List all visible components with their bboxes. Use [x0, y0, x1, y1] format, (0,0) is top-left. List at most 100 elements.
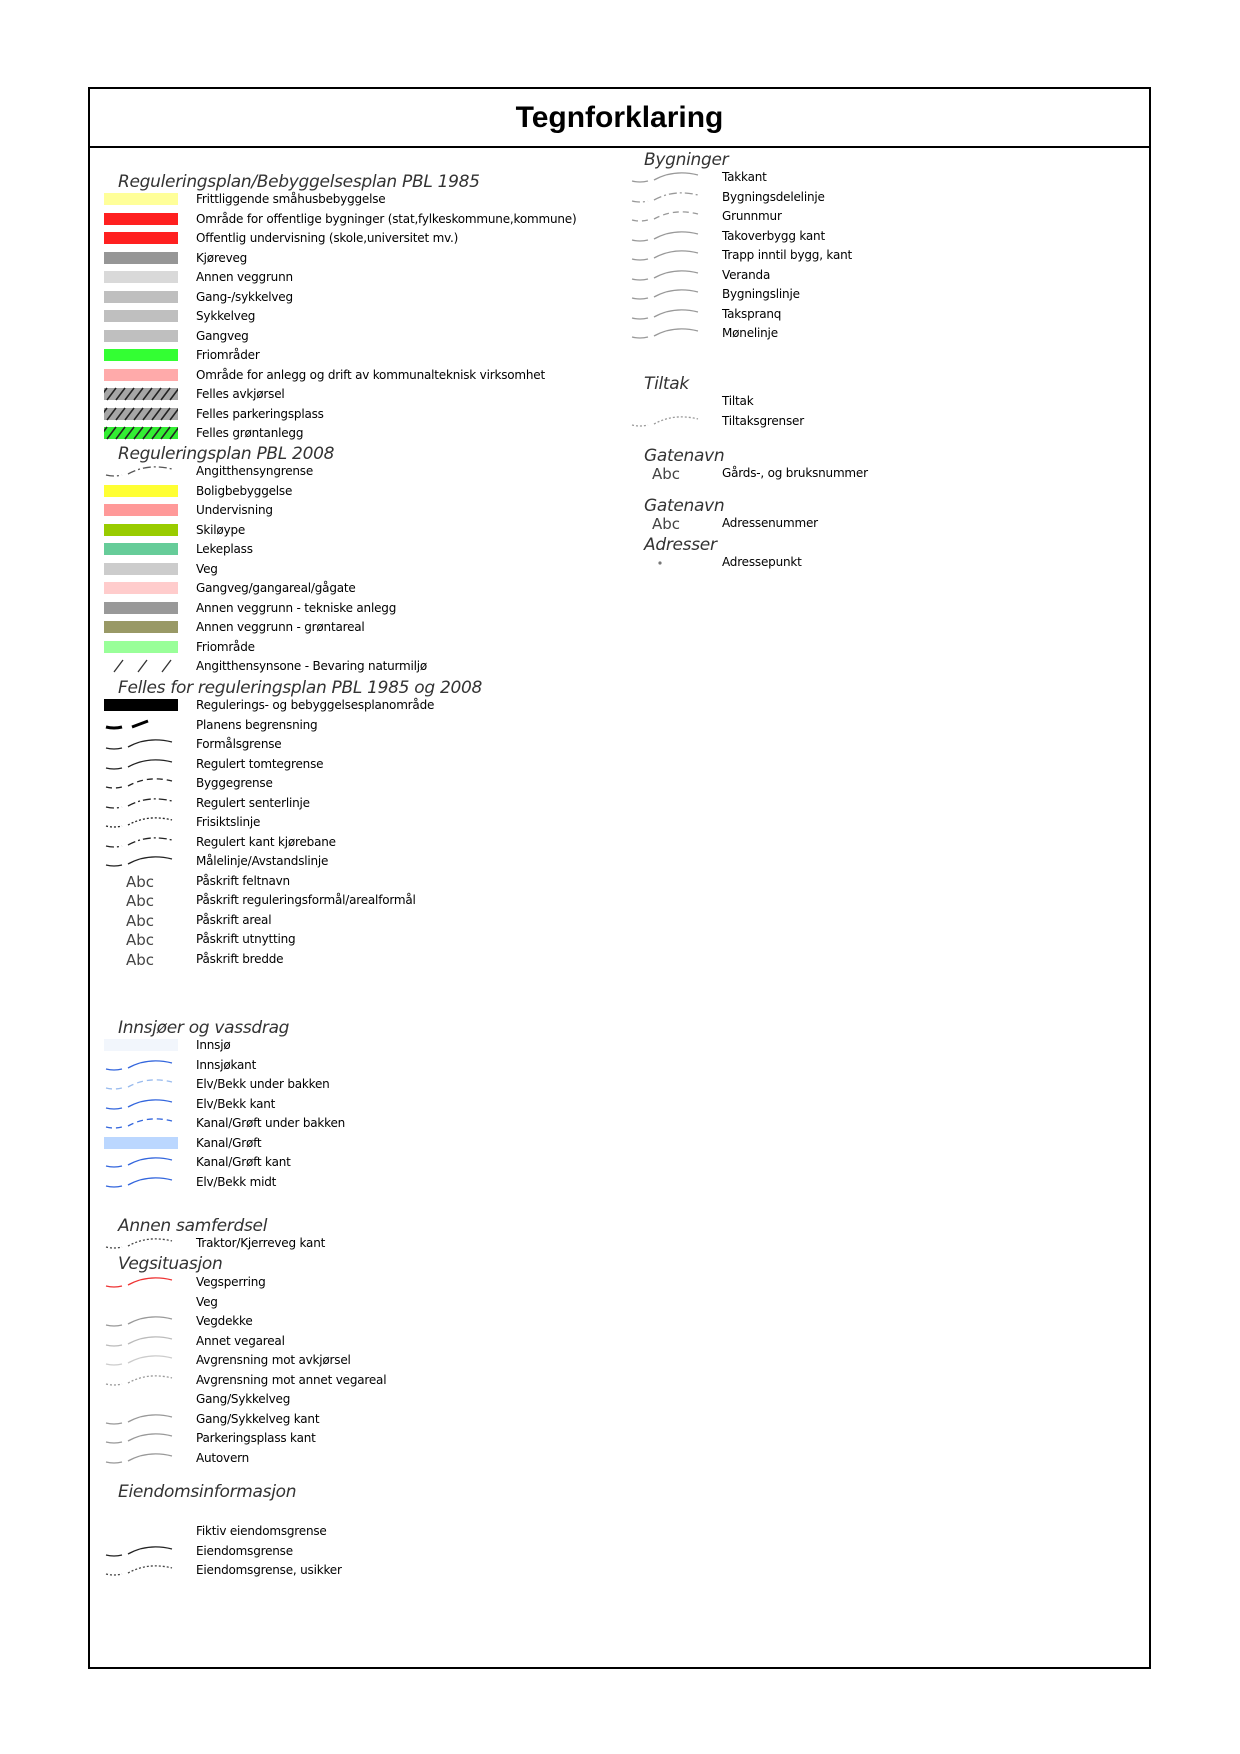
color-fill-symbol	[104, 368, 178, 382]
legend-label: Trapp inntil bygg, kant	[722, 248, 853, 262]
legend-label: Adressenummer	[722, 516, 818, 530]
point-symbol	[630, 555, 704, 569]
section-heading: Vegsituasjon	[118, 1254, 223, 1274]
line-symbol	[630, 209, 704, 223]
line-symbol	[104, 464, 178, 478]
line-symbol	[104, 1116, 178, 1130]
abc-text-symbol: Abc	[126, 872, 155, 891]
text-symbol: Abc	[630, 515, 704, 533]
legend-label: Offentlig undervisning (skole,universite…	[196, 231, 459, 245]
line-symbol	[104, 776, 178, 790]
legend-label: Vegdekke	[196, 1314, 253, 1328]
legend-label: Kanal/Grøft under bakken	[196, 1116, 346, 1130]
line-symbol	[104, 1314, 178, 1328]
text-symbol: Abc	[104, 892, 178, 910]
legend-label: Lekeplass	[196, 542, 253, 556]
legend-label: Eiendomsgrense, usikker	[196, 1563, 342, 1577]
color-fill-symbol	[104, 309, 178, 323]
legend-label: Avgrensning mot annet vegareal	[196, 1372, 387, 1387]
color-fill-symbol	[104, 270, 178, 284]
legend-label: Påskrift utnytting	[196, 932, 296, 946]
line-symbol	[630, 307, 704, 321]
line-symbol	[104, 1334, 178, 1348]
legend-label: Felles avkjørsel	[196, 387, 285, 401]
legend-label: Område for offentlige bygninger (stat,fy…	[196, 211, 577, 226]
line-symbol	[104, 1373, 178, 1387]
legend-label: Område for anlegg og drift av kommunalte…	[196, 367, 545, 382]
legend-label: Påskrift feltnavn	[196, 873, 290, 888]
legend-label: Bygningsdelelinje	[722, 189, 825, 204]
line-symbol	[104, 1077, 178, 1091]
section-heading: Felles for reguleringsplan PBL 1985 og 2…	[118, 678, 483, 698]
thick-dash-line-symbol	[104, 718, 178, 732]
legend-label: Eiendomsgrense	[196, 1543, 293, 1558]
line-symbol	[630, 229, 704, 243]
line-symbol	[104, 835, 178, 849]
line-symbol	[104, 1175, 178, 1189]
section-heading: Tiltak	[644, 374, 689, 394]
legend-label: Veg	[196, 561, 218, 576]
empty-symbol	[104, 1524, 178, 1538]
legend-label: Påskrift bredde	[196, 951, 284, 966]
section-heading: Innsjøer og vassdrag	[118, 1018, 290, 1038]
legend-label: Kanal/Grøft	[196, 1135, 262, 1150]
legend-label: Takspranq	[722, 306, 782, 321]
legend-label: Kjøreveg	[196, 250, 248, 265]
legend-label: Gang/Sykkelveg kant	[196, 1411, 320, 1426]
legend-label: Fiktiv eiendomsgrense	[196, 1524, 327, 1538]
line-symbol	[104, 737, 178, 751]
color-fill-symbol	[104, 698, 178, 712]
legend-label: Elv/Bekk under bakken	[196, 1077, 330, 1091]
legend-label: Boligbebyggelse	[196, 483, 293, 498]
title-bar: Tegnforklaring	[90, 89, 1149, 148]
text-symbol: Abc	[104, 951, 178, 969]
legend-label: Elv/Bekk midt	[196, 1174, 277, 1189]
legend-label: Veg	[196, 1294, 218, 1309]
legend-label: Byggegrense	[196, 776, 273, 790]
line-symbol	[104, 1236, 178, 1250]
legend-label: Formålsgrense	[196, 737, 282, 751]
section-heading: Adresser	[644, 535, 717, 555]
line-symbol	[104, 1544, 178, 1558]
legend-label: Gårds-, og bruksnummer	[722, 466, 868, 480]
color-fill-symbol	[104, 348, 178, 362]
legend-label: Adressepunkt	[722, 555, 802, 569]
line-symbol	[104, 1353, 178, 1367]
legend-label: Påskrift reguleringsformål/arealformål	[196, 893, 416, 907]
legend-label: Friområder	[196, 348, 260, 362]
color-fill-symbol	[104, 562, 178, 576]
line-symbol	[630, 170, 704, 184]
color-fill-symbol	[104, 620, 178, 634]
section-heading: Reguleringsplan/Bebyggelsesplan PBL 1985	[118, 172, 480, 192]
legend-label: Avgrensning mot avkjørsel	[196, 1353, 351, 1367]
legend-label: Angitthensynsone - Bevaring naturmiljø	[196, 659, 428, 673]
line-symbol	[630, 287, 704, 301]
section-heading: Gatenavn	[644, 496, 725, 516]
legend-label: Elv/Bekk kant	[196, 1096, 276, 1111]
line-symbol	[630, 414, 704, 428]
legend-label: Skiløype	[196, 522, 246, 537]
legend-label: Tiltaksgrenser	[722, 413, 804, 428]
line-symbol	[104, 1431, 178, 1445]
line-symbol	[104, 1451, 178, 1465]
empty-symbol	[104, 1392, 178, 1406]
legend-label: Autovern	[196, 1450, 250, 1465]
legend-label: Veranda	[722, 267, 771, 282]
section-heading: Reguleringsplan PBL 2008	[118, 444, 335, 464]
abc-text-symbol: Abc	[126, 892, 155, 910]
color-fill-symbol	[104, 503, 178, 517]
legend-label: Planens begrensning	[196, 717, 318, 732]
legend-label: Regulert tomtegrense	[196, 756, 324, 771]
line-symbol	[630, 268, 704, 282]
legend-label: Innsjø	[196, 1038, 231, 1052]
legend-label: Annen veggrunn - tekniske anlegg	[196, 600, 397, 615]
legend-label: Annen veggrunn - grøntareal	[196, 620, 365, 634]
color-fill-symbol	[104, 640, 178, 654]
color-fill-symbol	[104, 290, 178, 304]
section-heading: Bygninger	[644, 150, 729, 170]
legend-label: Regulerings- og bebyggelsesplanområde	[196, 698, 435, 712]
legend-label: Frisiktslinje	[196, 815, 261, 829]
legend-label: Grunnmur	[722, 209, 782, 223]
legend-label: Mønelinje	[722, 326, 778, 340]
line-symbol	[630, 326, 704, 340]
